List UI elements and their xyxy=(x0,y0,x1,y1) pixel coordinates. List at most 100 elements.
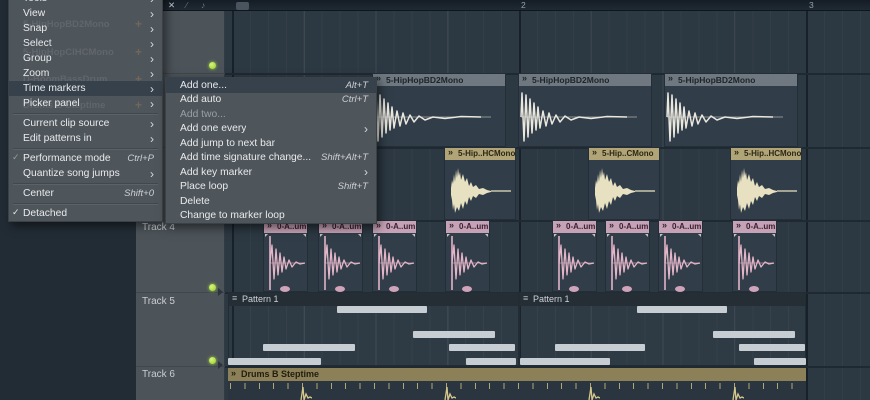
midi-note[interactable] xyxy=(713,331,795,338)
clip-header[interactable]: »5-HipHopBD2Mono xyxy=(519,74,651,86)
menu-item-delete[interactable]: Delete xyxy=(166,194,376,209)
menu-item-snap[interactable]: Snap› xyxy=(9,21,162,36)
menu-item-detached[interactable]: ✓Detached xyxy=(9,206,162,221)
fade-handle-icon[interactable] xyxy=(607,234,610,237)
menu-item-group[interactable]: Group› xyxy=(9,51,162,66)
fade-handle-icon[interactable] xyxy=(772,234,775,237)
audio-clip[interactable]: »5-Hip..HCMono xyxy=(444,147,516,220)
menu-item-center[interactable]: CenterShift+0 xyxy=(9,186,162,201)
ruler-tab[interactable] xyxy=(236,2,249,10)
fade-handle-icon[interactable] xyxy=(374,234,377,237)
menu-item-view[interactable]: View› xyxy=(9,6,162,21)
fade-handle-icon[interactable] xyxy=(645,234,648,237)
menu-item-picker-panel[interactable]: Picker panel› xyxy=(9,96,162,111)
drums-clip[interactable]: »Drums B Steptime xyxy=(228,368,806,400)
midi-note[interactable] xyxy=(637,306,727,313)
track-led[interactable] xyxy=(209,62,216,69)
menu-item-edit-patterns-in[interactable]: Edit patterns in› xyxy=(9,131,162,146)
pattern-clip-icon: ≡ xyxy=(523,293,528,303)
track-name-label[interactable]: Track 6 xyxy=(142,369,175,380)
midi-note[interactable] xyxy=(739,344,805,351)
menu-item-select[interactable]: Select› xyxy=(9,36,162,51)
menu-item-performance-mode[interactable]: ✓Performance modeCtrl+P xyxy=(9,151,162,166)
audio-clip[interactable]: »0-A..um xyxy=(658,220,703,292)
clip-header[interactable]: »5-HipHopBD2Mono xyxy=(373,74,505,86)
menu-item-current-clip-source[interactable]: Current clip source› xyxy=(9,116,162,131)
midi-note[interactable] xyxy=(413,331,495,338)
menu-item-change-to-marker-loop[interactable]: Change to marker loop xyxy=(166,209,376,224)
clip-header[interactable]: »5-Hip..HCMono xyxy=(445,148,515,160)
audio-clip[interactable]: »5-HipHopBD2Mono xyxy=(664,73,798,147)
midi-note[interactable] xyxy=(754,358,806,365)
menu-item-zoom[interactable]: Zoom› xyxy=(9,66,162,81)
pattern-clip[interactable]: ≡Pattern 1 xyxy=(228,292,519,366)
menu-item-time-markers[interactable]: Time markers› xyxy=(9,81,162,96)
fade-handle-icon[interactable] xyxy=(412,234,415,237)
track-led[interactable] xyxy=(209,284,216,291)
menu-item-add-one-every[interactable]: Add one every› xyxy=(166,122,376,137)
fade-handle-icon[interactable] xyxy=(447,234,450,237)
audio-clip[interactable]: »5-Hip..HCMono xyxy=(730,147,802,220)
fade-handle-icon[interactable] xyxy=(554,234,557,237)
midi-note[interactable] xyxy=(466,358,516,365)
midi-note[interactable] xyxy=(449,344,515,351)
track-resize-grip-icon[interactable] xyxy=(218,288,223,296)
clip-name-label: 5-HipHopBD2Mono xyxy=(532,75,609,85)
clip-header[interactable]: »Drums B Steptime xyxy=(228,368,806,381)
fade-handle-icon[interactable] xyxy=(660,234,663,237)
track-led[interactable] xyxy=(209,357,216,364)
audio-clip[interactable]: »0-A..um xyxy=(372,220,417,292)
clip-header[interactable]: »0-A..um xyxy=(446,221,489,233)
slip-tool-icon[interactable]: ∕ xyxy=(186,0,187,10)
audio-clip[interactable]: »0-A..um xyxy=(445,220,490,292)
cut-tool-icon[interactable]: ✕ xyxy=(168,0,175,11)
track-resize-grip-icon[interactable] xyxy=(218,361,223,369)
midi-note[interactable] xyxy=(263,344,355,351)
fade-handle-icon[interactable] xyxy=(320,234,323,237)
clip-header[interactable]: »0-A..um xyxy=(373,221,416,233)
clip-header[interactable]: »0-A..um xyxy=(606,221,649,233)
clip-header[interactable]: ≡Pattern 1 xyxy=(229,293,518,306)
audition-tool-icon[interactable]: ♪ xyxy=(201,0,205,10)
clip-header[interactable]: »5-Hip..CMono xyxy=(589,148,659,160)
menu-item-add-two[interactable]: Add two... xyxy=(166,107,376,122)
fade-handle-icon[interactable] xyxy=(592,234,595,237)
midi-note[interactable] xyxy=(228,358,321,365)
fade-handle-icon[interactable] xyxy=(734,234,737,237)
pattern-clip[interactable]: ≡ Pattern 1 xyxy=(519,292,806,366)
fade-handle-icon[interactable] xyxy=(265,234,268,237)
track-name-label[interactable]: Track 5 xyxy=(142,296,175,307)
clip-header[interactable]: »0-A..um xyxy=(733,221,776,233)
midi-note[interactable] xyxy=(337,306,427,313)
timeline-ruler[interactable]: 23✕∕♪ xyxy=(136,0,870,11)
fade-handle-icon[interactable] xyxy=(358,234,361,237)
audio-clip[interactable]: »0-A..um xyxy=(318,220,363,292)
menu-item-add-key-marker[interactable]: Add key marker› xyxy=(166,165,376,180)
menu-item-add-time-signature-change[interactable]: Add time signature change...Shift+Alt+T xyxy=(166,151,376,166)
midi-note[interactable] xyxy=(555,344,645,351)
time-markers-submenu: Add one...Alt+TAdd autoCtrl+TAdd two...A… xyxy=(165,77,377,224)
menu-item-quantize-song-jumps[interactable]: Quantize song jumps› xyxy=(9,166,162,181)
menu-item-place-loop[interactable]: Place loopShift+T xyxy=(166,180,376,195)
clip-header[interactable]: »0-A..um xyxy=(553,221,596,233)
audio-clip[interactable]: »0-A..um xyxy=(263,220,308,292)
clip-header[interactable]: ≡ Pattern 1 xyxy=(520,293,805,306)
audio-clip[interactable]: »0-A..um xyxy=(732,220,777,292)
audio-clip[interactable]: »5-HipHopBD2Mono xyxy=(372,73,506,147)
clip-header[interactable]: »5-HipHopBD2Mono xyxy=(665,74,797,86)
fade-handle-icon[interactable] xyxy=(303,234,306,237)
menu-item-add-jump-to-next-bar[interactable]: Add jump to next bar xyxy=(166,136,376,151)
audio-clip[interactable]: »5-HipHopBD2Mono xyxy=(518,73,652,147)
audio-clip[interactable]: »5-Hip..CMono xyxy=(588,147,660,220)
midi-note[interactable] xyxy=(520,358,610,365)
audio-clip[interactable]: »0-A..um xyxy=(552,220,597,292)
fade-handle-icon[interactable] xyxy=(698,234,701,237)
menu-item-add-one[interactable]: Add one...Alt+T xyxy=(166,78,376,93)
clip-header[interactable]: »0-A..um xyxy=(659,221,702,233)
clip-name-label: Pattern 1 xyxy=(533,294,570,304)
audio-clip[interactable]: »0-A..um xyxy=(605,220,650,292)
submenu-arrow-icon: › xyxy=(150,69,154,79)
menu-item-add-auto[interactable]: Add autoCtrl+T xyxy=(166,93,376,108)
clip-header[interactable]: »5-Hip..HCMono xyxy=(731,148,801,160)
fade-handle-icon[interactable] xyxy=(485,234,488,237)
